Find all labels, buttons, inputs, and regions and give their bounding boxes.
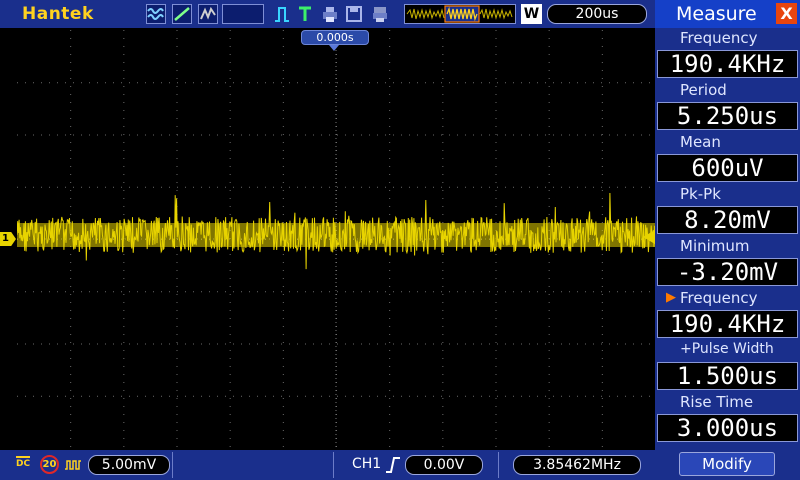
probe-icon <box>64 457 82 476</box>
selection-arrow-icon: ▶ <box>666 290 676 305</box>
measure-label-selected: ▶ Frequency <box>666 289 758 307</box>
measure-value[interactable]: 3.000us <box>657 414 798 442</box>
waveform-wave-icon[interactable] <box>146 4 166 24</box>
measure-value[interactable]: -3.20mV <box>657 258 798 286</box>
waveform-overview-icon[interactable] <box>404 4 516 24</box>
brand-logo: Hantek <box>22 4 94 24</box>
measure-value[interactable]: 190.4KHz <box>657 310 798 338</box>
waveform-ramp-icon[interactable] <box>172 4 192 24</box>
trigger-t-icon[interactable] <box>295 4 315 24</box>
trigger-level-marker-icon[interactable] <box>643 230 655 244</box>
waveform-arbitrary-icon[interactable] <box>198 4 218 24</box>
measure-value[interactable]: 190.4KHz <box>657 50 798 78</box>
ch1-waveform-trace <box>17 192 655 270</box>
divider <box>498 452 499 478</box>
trigger-level[interactable]: 0.00V <box>405 455 483 475</box>
trigger-frequency-counter: 3.85462MHz <box>513 455 641 475</box>
timebase-readout[interactable]: 200us <box>547 4 647 24</box>
measure-label-text: Frequency <box>680 289 758 307</box>
empty-status-slot <box>222 4 264 24</box>
measure-label: Mean <box>680 133 721 151</box>
measure-value[interactable]: 8.20mV <box>657 206 798 234</box>
bottom-status-bar: DC 20 5.00mV CH1 0.00V 3.85462MHz <box>0 450 655 480</box>
measure-label: Minimum <box>680 237 750 255</box>
memory-depth-indicator: W <box>521 4 542 24</box>
save-icon[interactable] <box>344 4 364 24</box>
print-icon[interactable] <box>320 4 340 24</box>
divider <box>333 452 334 478</box>
divider <box>172 452 173 478</box>
measure-label: Period <box>680 81 727 99</box>
ch1-noise-band <box>17 223 655 247</box>
measure-label: Frequency <box>680 29 758 47</box>
bandwidth-limit-badge: 20 <box>40 455 59 474</box>
measure-panel: Measure X Frequency 190.4KHz Period 5.25… <box>655 0 800 480</box>
waveform-display <box>17 30 655 448</box>
top-status-bar: Hantek W 200us <box>0 0 655 28</box>
rising-edge-icon <box>385 456 401 478</box>
print-icon[interactable] <box>370 4 390 24</box>
coupling-label: DC <box>16 459 31 469</box>
measure-value[interactable]: 600uV <box>657 154 798 182</box>
measure-label: +Pulse Width <box>680 341 774 357</box>
measure-label: Pk-Pk <box>680 185 721 203</box>
trigger-position-arrow-icon <box>329 45 339 51</box>
trigger-position-readout[interactable]: 0.000s <box>301 30 369 45</box>
measure-value[interactable]: 5.250us <box>657 102 798 130</box>
pulse-icon[interactable] <box>272 4 292 24</box>
close-button[interactable]: X <box>776 3 797 24</box>
trigger-source: CH1 <box>352 456 382 472</box>
ch1-volts-per-div[interactable]: 5.00mV <box>88 455 170 475</box>
ch1-ground-marker[interactable]: 1 <box>0 232 16 246</box>
modify-button[interactable]: Modify <box>679 452 775 476</box>
measure-label: Rise Time <box>680 393 754 411</box>
measure-value[interactable]: 1.500us <box>657 362 798 390</box>
dc-coupling-icon: DC <box>16 455 30 469</box>
